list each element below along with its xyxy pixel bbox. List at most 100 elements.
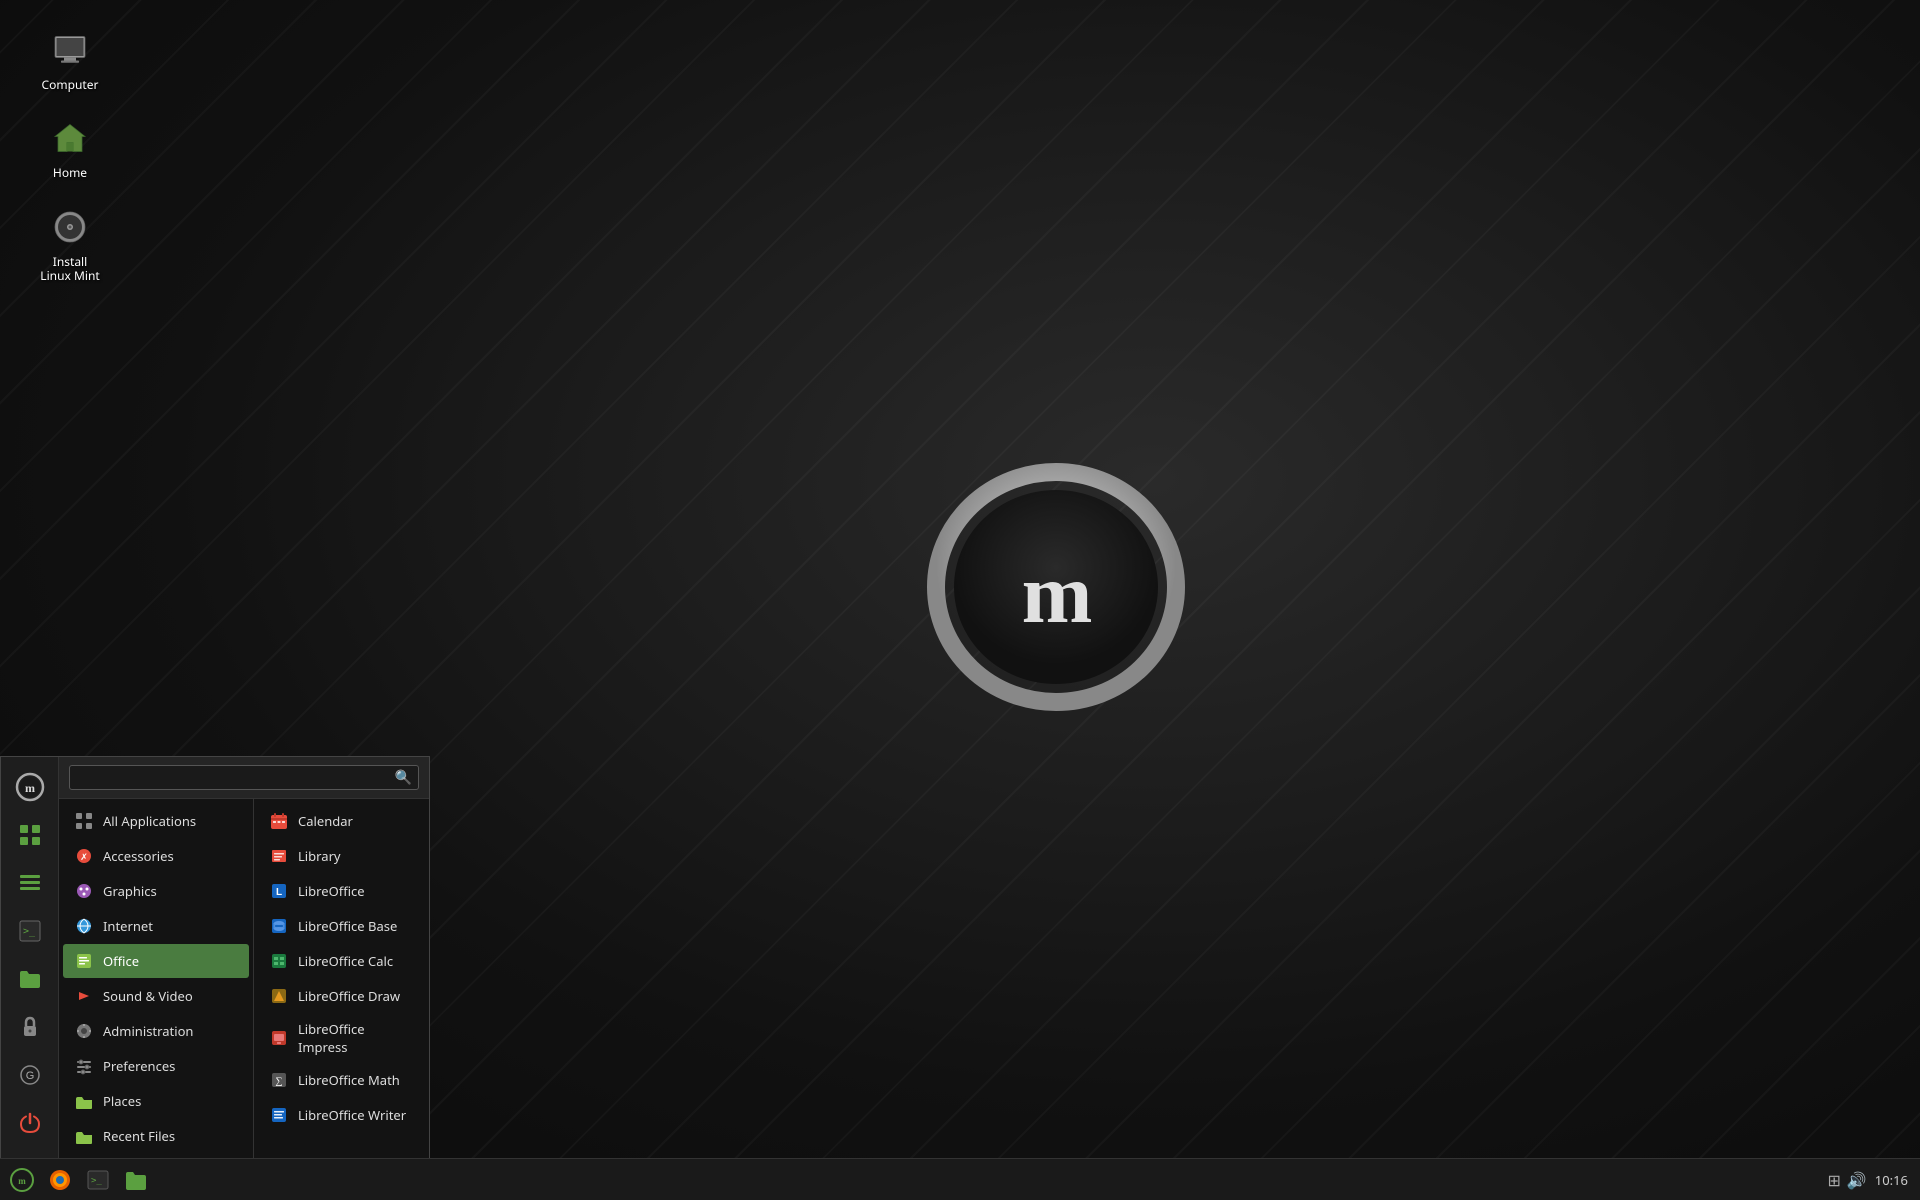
start-menu: m >_ [0,756,430,1158]
menu-left-column: All Applications ✗ Accessories [59,799,254,1158]
all-applications-label: All Applications [103,812,196,830]
sidebar-icon-list[interactable] [8,861,52,905]
menu-item-libreoffice-writer[interactable]: LibreOffice Writer [258,1098,425,1132]
menu-item-all-applications[interactable]: All Applications [63,804,249,838]
administration-label: Administration [103,1022,193,1040]
menu-item-libreoffice[interactable]: L LibreOffice [258,874,425,908]
svg-text:>_: >_ [23,926,36,937]
search-icon[interactable]: 🔍 [395,768,412,787]
preferences-label: Preferences [103,1057,175,1075]
library-label: Library [298,847,341,865]
places-label: Places [103,1092,141,1110]
install-icon-label: Install Linux Mint [36,255,104,284]
sidebar-mint-logo[interactable]: m [8,765,52,809]
menu-item-libreoffice-base[interactable]: LibreOffice Base [258,909,425,943]
internet-icon [73,915,95,937]
desktop: m Computer Home [0,0,1920,1200]
mint-logo-wallpaper: m [926,457,1186,717]
taskbar-files-button[interactable] [118,1162,154,1198]
menu-item-places[interactable]: Places [63,1084,249,1118]
svg-text:G: G [25,1070,34,1082]
search-bar: 🔍 [59,757,429,799]
menu-item-calendar[interactable]: Calendar [258,804,425,838]
network-icon[interactable]: ⊞ [1827,1169,1840,1191]
graphics-icon [73,880,95,902]
libreoffice-calc-icon [268,950,290,972]
computer-icon-label: Computer [42,78,99,92]
office-label: Office [103,952,139,970]
taskbar-right: ⊞ 🔊 10:16 [1827,1169,1920,1191]
computer-icon [46,26,94,74]
libreoffice-math-label: LibreOffice Math [298,1071,400,1089]
svg-text:✗: ✗ [80,852,88,862]
desktop-icon-computer[interactable]: Computer [30,20,110,98]
calendar-label: Calendar [298,812,353,830]
libreoffice-writer-icon [268,1104,290,1126]
office-icon [73,950,95,972]
menu-item-preferences[interactable]: Preferences [63,1049,249,1083]
start-menu-sidebar: m >_ [1,757,59,1158]
taskbar-firefox-button[interactable] [42,1162,78,1198]
start-menu-main: 🔍 [59,757,429,1158]
home-icon [46,114,94,162]
volume-icon[interactable]: 🔊 [1847,1169,1867,1191]
libreoffice-math-icon: ∑ [268,1069,290,1091]
menu-columns: All Applications ✗ Accessories [59,799,429,1158]
menu-item-library[interactable]: Library [258,839,425,873]
taskbar-mint-button[interactable]: m [4,1162,40,1198]
desktop-icons-container: Computer Home Install Linu [30,20,110,290]
home-icon-label: Home [53,166,87,180]
install-icon [46,203,94,251]
all-apps-icon [73,810,95,832]
menu-item-graphics[interactable]: Graphics [63,874,249,908]
svg-text:m: m [1022,547,1092,641]
library-icon [268,845,290,867]
svg-text:L: L [276,887,282,898]
libreoffice-writer-label: LibreOffice Writer [298,1106,406,1124]
preferences-icon [73,1055,95,1077]
menu-item-recent-files[interactable]: Recent Files [63,1119,249,1153]
recent-files-icon [73,1125,95,1147]
menu-item-office[interactable]: Office [63,944,249,978]
menu-item-administration[interactable]: Administration [63,1014,249,1048]
internet-label: Internet [103,917,153,935]
libreoffice-impress-icon [268,1027,290,1049]
places-icon [73,1090,95,1112]
sound-video-icon [73,985,95,1007]
svg-text:>_: >_ [91,1176,102,1186]
libreoffice-impress-label: LibreOffice Impress [298,1020,415,1056]
taskbar-left: m >_ [0,1162,154,1198]
desktop-icon-install[interactable]: Install Linux Mint [30,197,110,290]
menu-item-accessories[interactable]: ✗ Accessories [63,839,249,873]
libreoffice-base-label: LibreOffice Base [298,917,397,935]
desktop-icon-home[interactable]: Home [30,108,110,186]
sidebar-icon-terminal[interactable]: >_ [8,909,52,953]
taskbar-time: 10:16 [1875,1171,1908,1189]
menu-item-internet[interactable]: Internet [63,909,249,943]
menu-item-libreoffice-calc[interactable]: LibreOffice Calc [258,944,425,978]
sidebar-icon-lock[interactable] [8,1005,52,1049]
menu-right-column: Calendar Library [254,799,429,1158]
accessories-label: Accessories [103,847,174,865]
accessories-icon: ✗ [73,845,95,867]
libreoffice-label: LibreOffice [298,882,365,900]
sidebar-icon-grid[interactable] [8,813,52,857]
taskbar: m >_ [0,1158,1920,1200]
taskbar-terminal-button[interactable]: >_ [80,1162,116,1198]
menu-item-libreoffice-draw[interactable]: LibreOffice Draw [258,979,425,1013]
graphics-label: Graphics [103,882,157,900]
svg-text:∑: ∑ [275,1076,282,1087]
libreoffice-calc-label: LibreOffice Calc [298,952,393,970]
sidebar-icon-g[interactable]: G [8,1053,52,1097]
libreoffice-base-icon [268,915,290,937]
calendar-icon [268,810,290,832]
recent-files-label: Recent Files [103,1127,175,1145]
menu-item-libreoffice-math[interactable]: ∑ LibreOffice Math [258,1063,425,1097]
menu-item-sound-video[interactable]: Sound & Video [63,979,249,1013]
svg-text:m: m [18,1176,26,1186]
search-input-wrapper[interactable]: 🔍 [69,765,419,790]
sidebar-icon-folder[interactable] [8,957,52,1001]
sidebar-icon-power[interactable] [8,1101,52,1145]
search-input[interactable] [76,768,395,787]
menu-item-libreoffice-impress[interactable]: LibreOffice Impress [258,1014,425,1062]
